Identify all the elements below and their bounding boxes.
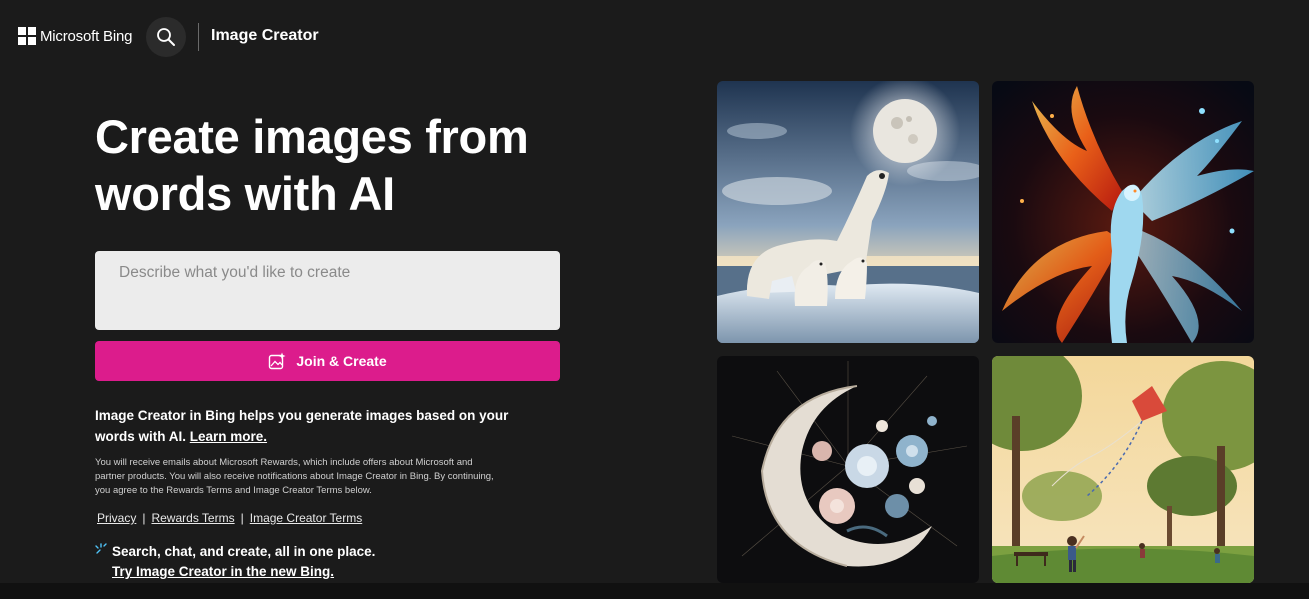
polar-bears-image [717, 81, 979, 343]
description-body: Image Creator in Bing helps you generate… [95, 408, 509, 444]
sparkle-icon [95, 543, 107, 554]
search-icon [157, 28, 175, 46]
prompt-input[interactable] [95, 251, 560, 330]
learn-more-link[interactable]: Learn more. [190, 429, 267, 444]
top-header: Microsoft Bing Image Creator [0, 0, 1309, 74]
join-create-button[interactable]: Join & Create [95, 341, 560, 381]
join-create-label: Join & Create [296, 353, 387, 369]
image-sparkle-icon [269, 352, 286, 370]
search-button[interactable] [146, 17, 186, 57]
gallery-image-polar-bears[interactable] [717, 81, 979, 343]
gallery-image-park-kite[interactable] [992, 356, 1254, 583]
header-divider [198, 23, 199, 51]
try-new-bing-link[interactable]: Try Image Creator in the new Bing. [112, 564, 334, 579]
bottom-bar [0, 583, 1309, 599]
legal-links: Privacy | Rewards Terms | Image Creator … [97, 511, 362, 525]
app-title[interactable]: Image Creator [211, 27, 319, 45]
link-separator: | [142, 511, 146, 525]
fine-print: You will receive emails about Microsoft … [95, 457, 494, 497]
gallery-image-crescent-moon[interactable] [717, 356, 979, 583]
privacy-link[interactable]: Privacy [97, 511, 136, 525]
page-title: Create images from words with AI [95, 110, 529, 220]
promo-text: Search, chat, and create, all in one pla… [112, 544, 376, 559]
brand-name[interactable]: Microsoft Bing [40, 28, 132, 45]
phoenix-image [992, 81, 1254, 343]
park-kite-image [992, 356, 1254, 583]
rewards-terms-link[interactable]: Rewards Terms [151, 511, 234, 525]
description-text: Image Creator in Bing helps you generate… [95, 405, 535, 447]
image-creator-terms-link[interactable]: Image Creator Terms [250, 511, 362, 525]
microsoft-logo-icon[interactable] [18, 27, 36, 45]
gallery-image-phoenix[interactable] [992, 81, 1254, 343]
crescent-moon-image [717, 356, 979, 583]
link-separator: | [240, 511, 244, 525]
